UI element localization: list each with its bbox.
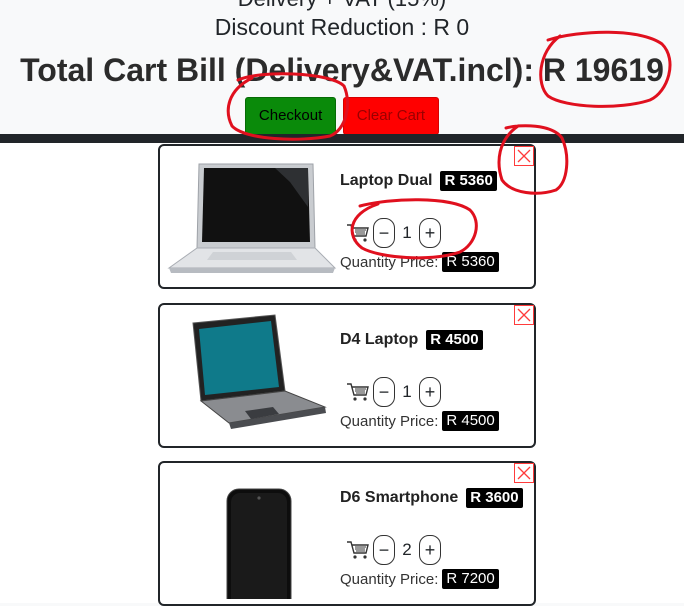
- increase-quantity-button[interactable]: +: [419, 377, 441, 407]
- cart-items: Laptop Dual R 5360 − 1 + Quantity Price:…: [0, 143, 684, 606]
- quantity-price-row: Quantity Price: R 5360: [340, 252, 499, 272]
- cart-icon: [347, 383, 369, 401]
- discount-text: Discount Reduction : R 0: [214, 14, 470, 40]
- clear-cart-button[interactable]: Clear Cart: [342, 97, 440, 135]
- remove-item-button[interactable]: [514, 146, 534, 166]
- item-name-row: Laptop Dual R 5360: [340, 171, 497, 191]
- remove-item-button[interactable]: [514, 305, 534, 325]
- cart-summary: Delivery + VAT (15%) Discount Reduction …: [0, 0, 684, 135]
- quantity-value: 1: [402, 382, 412, 401]
- item-price-tag: R 3600: [466, 488, 523, 508]
- quantity-price-value: R 7200: [442, 569, 499, 589]
- laptop-image: [162, 148, 340, 285]
- quantity-value: 2: [402, 540, 412, 559]
- quantity-controls: − 1 +: [346, 377, 441, 407]
- item-name-row: D6 Smartphone R 3600: [340, 488, 523, 508]
- remove-item-button[interactable]: [514, 463, 534, 483]
- item-name: D4 Laptop: [340, 331, 419, 348]
- quantity-price-value: R 4500: [442, 411, 499, 431]
- summary-actions: Checkout Clear Cart: [0, 97, 684, 135]
- total-bill: Total Cart Bill (Delivery&VAT.incl): R 1…: [20, 52, 664, 88]
- cart-item-card: D4 Laptop R 4500 − 1 + Quantity Price: R…: [158, 303, 536, 448]
- cart-icon: [347, 541, 369, 559]
- quantity-value: 1: [402, 223, 412, 242]
- decrease-quantity-button[interactable]: −: [373, 535, 395, 565]
- divider: [0, 134, 684, 143]
- laptop-image: [162, 307, 340, 444]
- quantity-price-label: Quantity Price:: [340, 253, 439, 271]
- quantity-price-row: Quantity Price: R 7200: [340, 569, 499, 589]
- item-price-tag: R 4500: [426, 330, 483, 350]
- quantity-price-value: R 5360: [442, 252, 499, 272]
- cart-icon: [347, 224, 369, 242]
- smartphone-image: [162, 465, 340, 602]
- close-icon: [517, 466, 531, 480]
- item-name: Laptop Dual: [340, 172, 433, 189]
- close-icon: [517, 308, 531, 322]
- delivery-vat-line: Delivery + VAT (15%): [0, 0, 684, 12]
- item-name: D6 Smartphone: [340, 489, 459, 506]
- item-name-row: D4 Laptop R 4500: [340, 330, 483, 350]
- quantity-price-label: Quantity Price:: [340, 412, 439, 430]
- increase-quantity-button[interactable]: +: [419, 218, 441, 248]
- quantity-controls: − 1 +: [346, 218, 441, 248]
- close-icon: [517, 149, 531, 163]
- checkout-button[interactable]: Checkout: [244, 97, 337, 135]
- cart-item-card: Laptop Dual R 5360 − 1 + Quantity Price:…: [158, 144, 536, 289]
- decrease-quantity-button[interactable]: −: [373, 377, 395, 407]
- cart-item-card: D6 Smartphone R 3600 − 2 + Quantity Pric…: [158, 461, 536, 606]
- item-price-tag: R 5360: [440, 171, 497, 191]
- quantity-price-row: Quantity Price: R 4500: [340, 411, 499, 431]
- decrease-quantity-button[interactable]: −: [373, 218, 395, 248]
- increase-quantity-button[interactable]: +: [419, 535, 441, 565]
- quantity-price-label: Quantity Price:: [340, 570, 439, 588]
- quantity-controls: − 2 +: [346, 535, 441, 565]
